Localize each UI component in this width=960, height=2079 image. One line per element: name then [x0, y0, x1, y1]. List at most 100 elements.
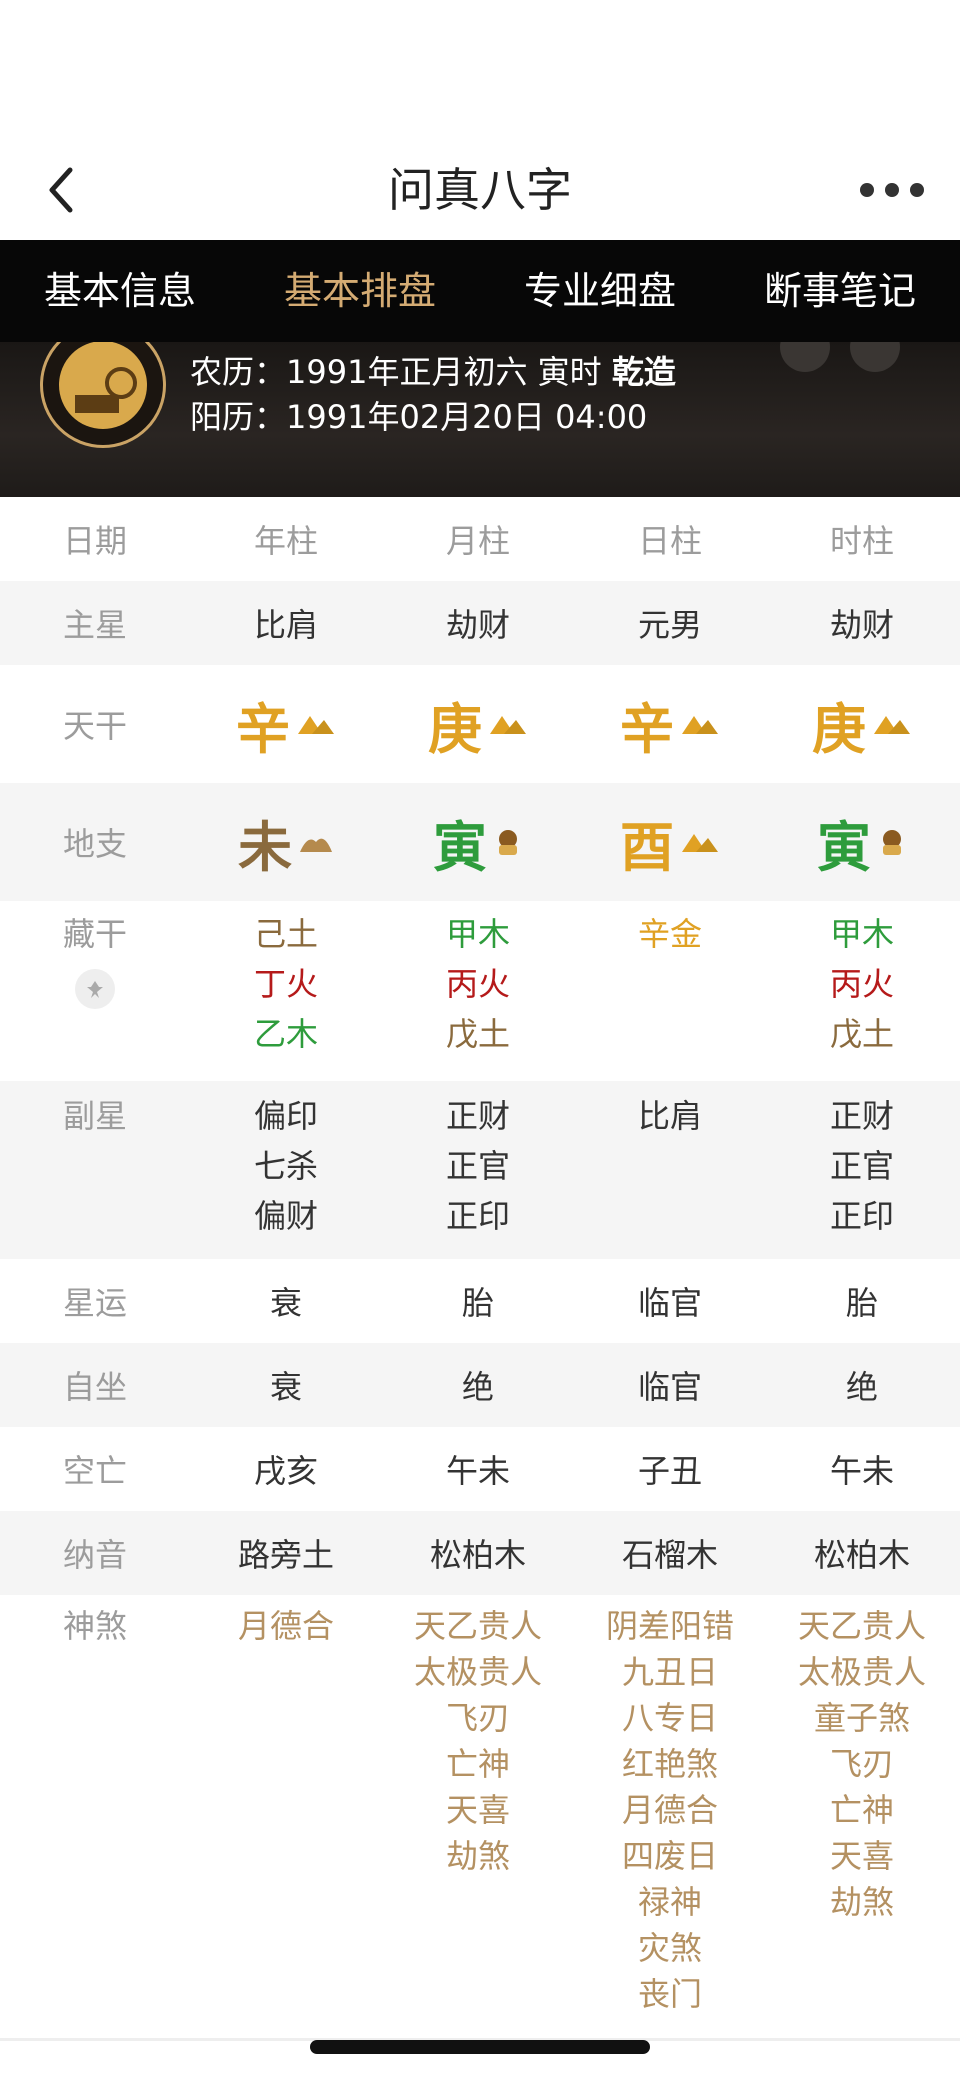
table-row-hidden-stems: 藏干 己土 丁火 乙木 甲木 丙火 戊土 辛金 甲木 丙火 戊土	[0, 901, 960, 1081]
table-cell: 午未	[445, 1452, 510, 1490]
tab-pro-chart[interactable]: 专业细盘	[480, 240, 720, 342]
metal-element-icon	[874, 716, 910, 734]
table-row-heavenly-stem: 天干 辛 庚 辛 庚	[0, 665, 960, 783]
home-indicator[interactable]	[310, 2040, 650, 2054]
row-label: 星运	[62, 1284, 127, 1322]
shensha-item[interactable]: 劫煞	[766, 1879, 958, 1925]
shensha-item[interactable]: 阴差阳错	[574, 1603, 766, 1649]
hidden-stem: 戊土	[445, 1015, 510, 1053]
row-label: 自坐	[62, 1368, 127, 1406]
branch-char: 未	[238, 815, 292, 879]
shensha-item[interactable]: 童子煞	[766, 1695, 958, 1741]
shensha-item[interactable]: 九丑日	[574, 1649, 766, 1695]
more-dot-icon	[910, 183, 924, 197]
shensha-item[interactable]: 八专日	[574, 1695, 766, 1741]
sub-star: 偏印	[253, 1097, 318, 1135]
zodiac-goat-avatar	[40, 342, 166, 448]
row-label: 天干	[62, 707, 127, 745]
table-cell: 绝	[461, 1368, 494, 1406]
table-cell: 劫财	[829, 606, 894, 644]
shensha-item[interactable]: 四废日	[574, 1833, 766, 1879]
metal-element-icon	[682, 716, 718, 734]
shensha-item[interactable]: 红艳煞	[574, 1741, 766, 1787]
more-dot-icon	[885, 183, 899, 197]
table-cell: 临官	[637, 1368, 702, 1406]
shensha-item[interactable]: 亡神	[766, 1787, 958, 1833]
more-button[interactable]	[860, 162, 924, 218]
nav-bar: 问真八字	[0, 140, 960, 240]
shensha-item[interactable]: 飞刃	[382, 1695, 574, 1741]
col-header-year: 年柱	[253, 522, 318, 560]
hidden-stem: 己土	[253, 915, 318, 953]
solar-value: 1991年02月20日 04:00	[286, 398, 648, 436]
metal-element-icon	[298, 716, 334, 734]
hidden-stem: 丁火	[253, 965, 318, 1003]
sub-star: 正印	[445, 1197, 510, 1235]
lunar-value: 1991年正月初六 寅时	[286, 353, 602, 391]
profile-banner: 农历：1991年正月初六 寅时 乾造 阳历：1991年02月20日 04:00	[0, 342, 960, 497]
shensha-item[interactable]: 劫煞	[382, 1833, 574, 1879]
row-label: 副星	[62, 1097, 127, 1135]
shensha-item[interactable]: 天乙贵人	[382, 1603, 574, 1649]
table-row-earthly-branch: 地支 未 寅 酉 寅	[0, 783, 960, 901]
lunar-label: 农历：	[190, 353, 287, 391]
shensha-item[interactable]: 天喜	[766, 1833, 958, 1879]
table-cell: 石榴木	[621, 1536, 718, 1574]
stem-char: 庚	[812, 697, 866, 761]
col-header-month: 月柱	[445, 522, 510, 560]
branch-char: 寅	[433, 815, 487, 879]
shensha-item[interactable]: 月德合	[190, 1603, 382, 1649]
tab-basic-chart[interactable]: 基本排盘	[240, 240, 480, 342]
row-label: 纳音	[62, 1536, 127, 1574]
table-cell: 劫财	[445, 606, 510, 644]
row-label: 主星	[62, 606, 127, 644]
table-cell: 比肩	[253, 606, 318, 644]
shensha-item[interactable]: 天乙贵人	[766, 1603, 958, 1649]
shensha-item[interactable]: 灾煞	[574, 1925, 766, 1971]
shensha-item[interactable]: 太极贵人	[382, 1649, 574, 1695]
more-dot-icon	[860, 183, 874, 197]
table-cell: 胎	[461, 1284, 494, 1322]
status-bar	[0, 0, 960, 140]
row-label: 神煞	[62, 1607, 127, 1645]
tab-bar: 基本信息 基本排盘 专业细盘 断事笔记	[0, 240, 960, 342]
hidden-stem: 辛金	[637, 915, 702, 953]
sub-star: 偏财	[253, 1197, 318, 1235]
shensha-item[interactable]: 亡神	[382, 1741, 574, 1787]
table-row-shensha: 神煞 月德合 天乙贵人 太极贵人 飞刃 亡神 天喜 劫煞 阴差阳错 九丑日 八专…	[0, 1595, 960, 2017]
shensha-item[interactable]: 天喜	[382, 1787, 574, 1833]
table-row-star-fortune: 星运 衰 胎 临官 胎	[0, 1259, 960, 1343]
table-row-sub-star: 副星 偏印 七杀 偏财 正财 正官 正印 比肩 正财 正官 正印	[0, 1081, 960, 1259]
page-title: 问真八字	[388, 163, 572, 217]
banner-decoration	[850, 342, 900, 372]
hidden-stem: 甲木	[445, 915, 510, 953]
shensha-item[interactable]: 飞刃	[766, 1741, 958, 1787]
table-cell: 衰	[269, 1368, 302, 1406]
table-cell: 元男	[637, 606, 702, 644]
col-header-hour: 时柱	[829, 522, 894, 560]
row-label: 空亡	[62, 1452, 127, 1490]
bazi-table: 日期 年柱 月柱 日柱 时柱 主星 比肩 劫财 元男 劫财 天干 辛 庚 辛 庚…	[0, 497, 960, 2017]
table-cell: 绝	[845, 1368, 878, 1406]
table-cell: 子丑	[637, 1452, 702, 1490]
hidden-stem: 丙火	[829, 965, 894, 1003]
table-cell: 松柏木	[429, 1536, 526, 1574]
hidden-stem: 甲木	[829, 915, 894, 953]
shensha-item[interactable]: 禄神	[574, 1879, 766, 1925]
shensha-item[interactable]: 月德合	[574, 1787, 766, 1833]
earth-element-icon	[300, 838, 332, 852]
tab-basic-info[interactable]: 基本信息	[0, 240, 240, 342]
table-cell: 戌亥	[253, 1452, 318, 1490]
table-row-nayin: 纳音 路旁土 松柏木 石榴木 松柏木	[0, 1511, 960, 1595]
pin-icon[interactable]	[75, 969, 115, 1009]
shensha-item[interactable]: 太极贵人	[766, 1649, 958, 1695]
wood-element-icon	[883, 830, 901, 855]
sub-star: 七杀	[253, 1147, 318, 1185]
tab-notes[interactable]: 断事笔记	[720, 240, 960, 342]
table-row-main-star: 主星 比肩 劫财 元男 劫财	[0, 581, 960, 665]
sub-star: 正官	[445, 1147, 510, 1185]
shensha-item[interactable]: 丧门	[574, 1971, 766, 2017]
lunar-date: 农历：1991年正月初六 寅时 乾造	[190, 347, 676, 393]
table-cell: 午未	[829, 1452, 894, 1490]
table-cell: 松柏木	[813, 1536, 910, 1574]
